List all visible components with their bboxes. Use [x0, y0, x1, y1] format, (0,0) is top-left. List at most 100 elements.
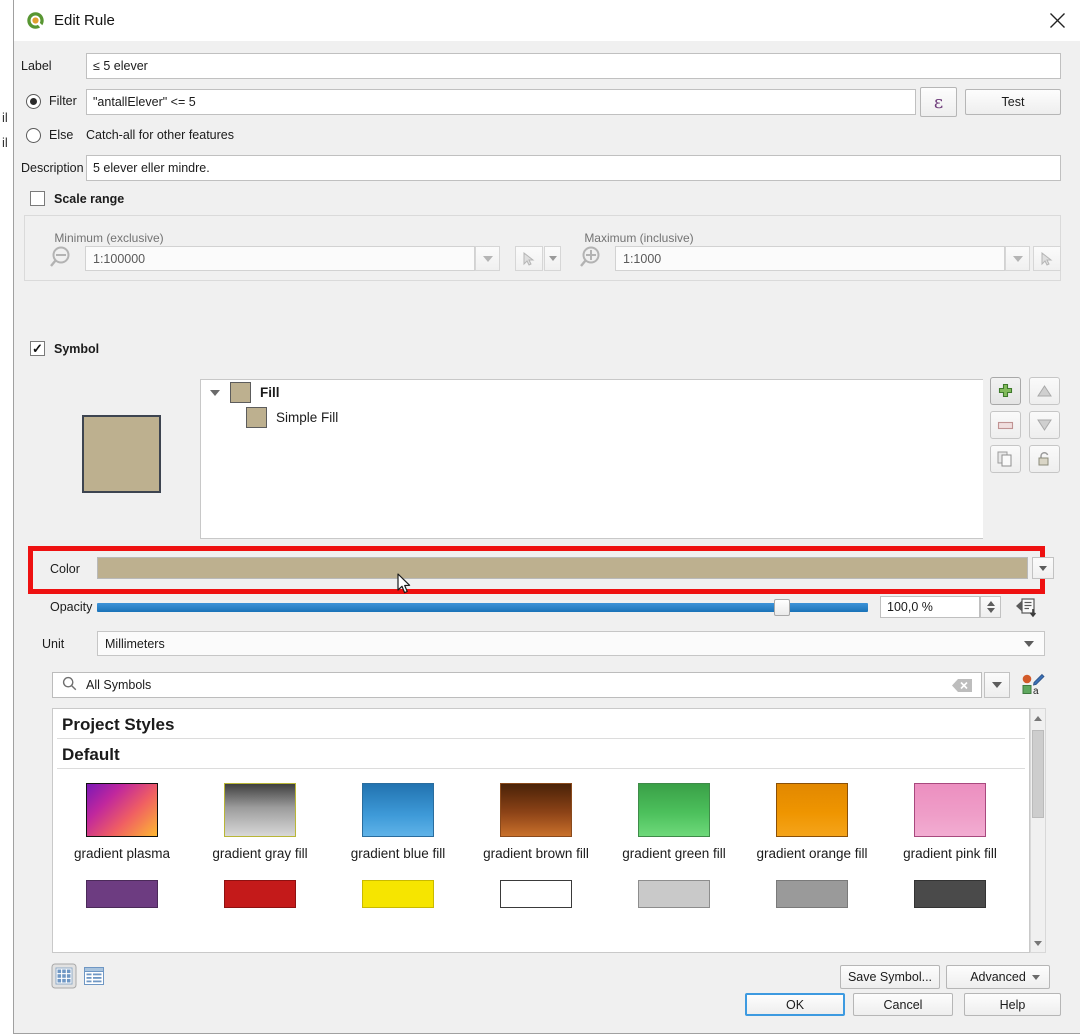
svg-text:a: a [1033, 686, 1039, 697]
filter-caption: Filter [49, 94, 77, 108]
opacity-stepper[interactable] [980, 596, 1001, 618]
else-caption: Else [49, 128, 74, 142]
unit-caption: Unit [42, 637, 65, 651]
dialog-title: Edit Rule [54, 12, 115, 29]
chevron-down-icon [1032, 974, 1040, 980]
gallery-symbol-swatch[interactable] [776, 879, 848, 908]
gallery-symbol-item[interactable] [191, 879, 329, 908]
scale-maximum-input[interactable]: 1:1000 [615, 246, 1005, 271]
gallery-symbol-swatch[interactable] [914, 879, 986, 908]
scale-minimum-input[interactable]: 1:100000 [85, 246, 475, 271]
remove-symbol-layer-button[interactable] [990, 411, 1021, 439]
gallery-symbol-swatch[interactable] [638, 783, 710, 837]
filter-radio-button[interactable] [26, 94, 41, 109]
add-symbol-layer-button[interactable] [990, 377, 1021, 405]
symbol-layer-row-simple-fill[interactable]: Simple Fill [201, 405, 983, 430]
search-value: All Symbols [86, 678, 152, 692]
scale-range-checkbox[interactable]: Scale range [30, 191, 124, 206]
style-manager-icon[interactable]: a [1020, 673, 1046, 697]
close-icon[interactable] [1034, 0, 1080, 41]
gallery-symbol-swatch[interactable] [500, 879, 572, 908]
gallery-symbol-swatch[interactable] [776, 783, 848, 837]
gallery-symbol-swatch[interactable] [362, 879, 434, 908]
zoom-out-icon [49, 244, 75, 270]
opacity-slider[interactable] [97, 603, 868, 612]
advanced-button[interactable]: Advanced [946, 965, 1050, 989]
scale-minimum-dropdown[interactable] [475, 246, 500, 271]
gallery-symbol-item[interactable]: gradient plasma [53, 783, 191, 862]
test-button[interactable]: Test [965, 89, 1061, 115]
scroll-down-icon[interactable] [1031, 934, 1045, 952]
symbol-checkbox[interactable]: ✓ Symbol [30, 341, 99, 356]
gallery-symbol-swatch[interactable] [224, 879, 296, 908]
list-view-icon[interactable] [81, 963, 107, 989]
scale-maximum-set-from-canvas-button[interactable] [1033, 246, 1061, 271]
gallery-symbol-swatch[interactable] [362, 783, 434, 837]
duplicate-symbol-layer-button[interactable] [990, 445, 1021, 473]
gallery-symbol-item[interactable]: gradient brown fill [467, 783, 605, 862]
gallery-symbol-item[interactable]: gradient orange fill [743, 783, 881, 862]
gallery-symbol-item[interactable]: gradient blue fill [329, 783, 467, 862]
move-down-button[interactable] [1029, 411, 1060, 439]
chevron-down-icon[interactable] [986, 608, 995, 613]
data-defined-override-button[interactable] [1014, 595, 1040, 619]
gallery-symbol-item[interactable] [881, 879, 1019, 908]
color-button[interactable] [97, 557, 1028, 579]
gallery-symbol-item[interactable] [743, 879, 881, 908]
symbol-checkbox-box: ✓ [30, 341, 45, 356]
gallery-symbol-item[interactable]: gradient gray fill [191, 783, 329, 862]
opacity-value-input[interactable]: 100,0 % [880, 596, 980, 618]
grid-view-icon[interactable] [51, 963, 77, 989]
gallery-symbol-swatch[interactable] [914, 783, 986, 837]
gallery-symbol-item[interactable] [53, 879, 191, 908]
expression-builder-button[interactable]: ε [920, 87, 957, 117]
else-radio-button[interactable] [26, 128, 41, 143]
ok-button[interactable]: OK [745, 993, 845, 1016]
symbol-layer-row-fill[interactable]: Fill [201, 380, 983, 405]
layer-color-swatch [246, 407, 267, 428]
search-input[interactable]: All Symbols [52, 672, 982, 698]
gallery-symbol-item[interactable] [605, 879, 743, 908]
color-dropdown-button[interactable] [1032, 557, 1054, 579]
mouse-cursor-icon [397, 573, 413, 595]
lock-layer-button[interactable] [1029, 445, 1060, 473]
gallery-symbol-label: gradient pink fill [903, 846, 997, 861]
gallery-scrollbar[interactable] [1030, 708, 1046, 953]
gallery-scrollbar-thumb[interactable] [1032, 730, 1044, 818]
gallery-symbol-item[interactable] [467, 879, 605, 908]
scale-maximum-block: Maximum (inclusive) 1:1000 [555, 216, 1062, 282]
gallery-symbol-swatch[interactable] [638, 879, 710, 908]
opacity-slider-handle[interactable] [774, 599, 790, 616]
description-input[interactable]: 5 elever eller mindre. [86, 155, 1061, 181]
expand-collapse-icon[interactable] [210, 389, 220, 396]
symbol-layer-tree[interactable]: Fill Simple Fill [200, 379, 983, 539]
scale-maximum-dropdown[interactable] [1005, 246, 1030, 271]
clear-icon[interactable] [950, 677, 974, 694]
move-up-button[interactable] [1029, 377, 1060, 405]
chevron-up-icon[interactable] [986, 601, 995, 606]
scroll-up-icon[interactable] [1031, 709, 1045, 727]
else-row: Else Catch-all for other features [14, 125, 1080, 149]
search-filter-dropdown[interactable] [984, 672, 1010, 698]
opacity-caption: Opacity [50, 600, 93, 614]
gallery-symbol-label: gradient blue fill [350, 846, 446, 861]
cancel-button[interactable]: Cancel [853, 993, 953, 1016]
dialog-content: Label ≤ 5 elever Filter "antallElever" <… [14, 41, 1080, 1033]
label-input[interactable]: ≤ 5 elever [86, 53, 1061, 79]
gallery-symbol-item[interactable] [329, 879, 467, 908]
gallery-symbol-swatch[interactable] [224, 783, 296, 837]
description-caption: Description [21, 161, 84, 175]
scale-range-caption: Scale range [54, 191, 125, 206]
gallery-symbol-swatch[interactable] [500, 783, 572, 837]
gallery-symbol-item[interactable]: gradient green fill [605, 783, 743, 862]
gallery-symbol-item[interactable]: gradient pink fill [881, 783, 1019, 862]
gallery-symbol-swatch[interactable] [86, 783, 158, 837]
save-symbol-button[interactable]: Save Symbol... [840, 965, 940, 989]
symbol-gallery[interactable]: Project Styles Default gradient plasma gr… [52, 708, 1030, 953]
unit-select[interactable]: Millimeters [97, 631, 1045, 656]
filter-expression-input[interactable]: "antallElever" <= 5 [86, 89, 916, 115]
help-button[interactable]: Help [964, 993, 1061, 1016]
scale-minimum-set-from-canvas-button[interactable] [515, 246, 543, 271]
scale-range-checkbox-box [30, 191, 45, 206]
gallery-symbol-swatch[interactable] [86, 879, 158, 908]
